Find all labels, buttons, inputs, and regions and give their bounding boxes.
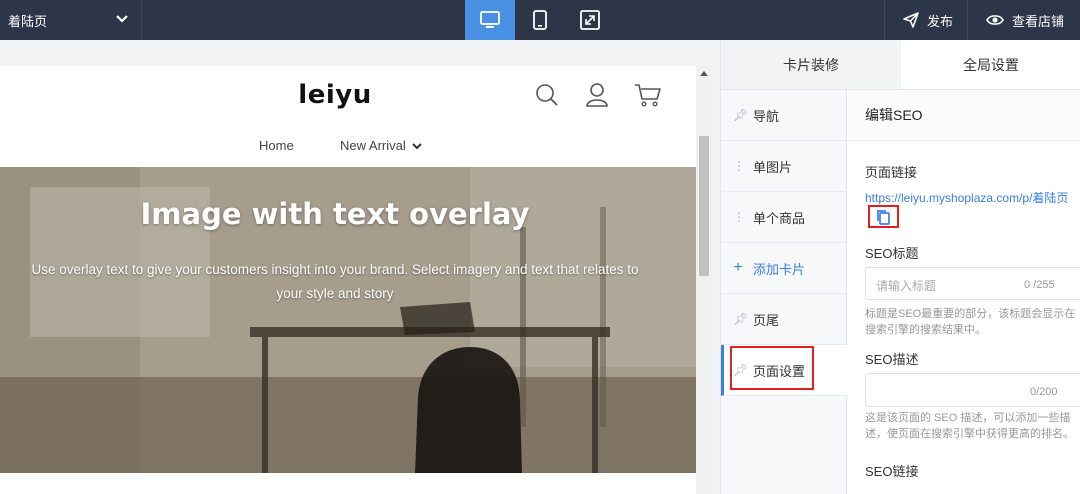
panel-tabs: 卡片装修 全局设置: [721, 40, 1080, 90]
seo-link-label: SEO链接: [865, 464, 919, 479]
hero-description: Use overlay text to give your customers …: [31, 262, 639, 301]
drag-handle-icon[interactable]: ⋮: [733, 159, 745, 173]
highlight-box: [730, 346, 814, 390]
seo-title-counter: 0 /255: [1024, 279, 1055, 291]
scroll-thumb[interactable]: [699, 136, 709, 276]
view-store-button[interactable]: 查看店铺: [966, 0, 1080, 40]
page-select-label: 着陆页: [8, 13, 48, 29]
page-link-url[interactable]: https://leiyu.myshoplaza.com/p/着陆页: [865, 189, 1068, 206]
sidebar-item-label: 单图片: [753, 159, 793, 175]
nav-new-arrival[interactable]: New Arrival: [340, 138, 423, 153]
sidebar-item-label: 添加卡片: [753, 261, 806, 277]
seo-title-label: SEO标题: [865, 246, 919, 261]
pin-icon: 📌︎: [733, 312, 749, 326]
preview-scrollbar[interactable]: [696, 66, 712, 494]
publish-label: 发布: [926, 13, 953, 29]
hero-banner[interactable]: Image with text overlay Use overlay text…: [0, 167, 696, 473]
hero-title: Image with text overlay: [140, 197, 530, 231]
sidebar-item-label: 页尾: [753, 312, 780, 328]
seo-description-counter: 0/200: [1030, 386, 1058, 398]
mobile-icon: [533, 10, 547, 30]
sidebar-item-single-image[interactable]: ⋮ 单图片: [721, 141, 847, 192]
add-card-button[interactable]: + 添加卡片: [721, 243, 847, 294]
sidebar-item-label: 单个商品: [753, 210, 806, 226]
plus-icon: +: [733, 259, 743, 276]
account-icon[interactable]: [585, 82, 609, 108]
tab-card-decoration[interactable]: 卡片装修: [721, 40, 901, 89]
mobile-view-button[interactable]: [515, 0, 565, 40]
chevron-down-icon: [412, 143, 423, 150]
sidebar-item-label: 导航: [753, 108, 780, 124]
sidebar-item-single-product[interactable]: ⋮ 单个商品: [721, 192, 847, 243]
store-logo[interactable]: leiyu: [0, 80, 670, 110]
publish-button[interactable]: 发布: [883, 0, 967, 40]
drag-handle-icon[interactable]: ⋮: [733, 210, 745, 224]
seo-title-placeholder: 请输入标题: [876, 279, 937, 293]
send-icon: [903, 12, 919, 28]
seo-title-help: 标题是SEO最重要的部分，该标题会显示在搜索引擎的搜索结果中。: [865, 308, 1076, 336]
page-link-label: 页面链接: [865, 165, 918, 180]
seo-description-label: SEO描述: [865, 352, 919, 367]
tab-global-settings[interactable]: 全局设置: [901, 40, 1080, 89]
fullscreen-button[interactable]: [565, 0, 615, 40]
highlight-box: [868, 205, 899, 228]
sidebar-item-footer[interactable]: 📌︎ 页尾: [721, 294, 847, 345]
view-store-label: 查看店铺: [1011, 13, 1064, 29]
cart-icon[interactable]: [634, 82, 662, 108]
top-toolbar: 着陆页 发布 查看店铺: [0, 0, 1080, 40]
nav-new-arrival-label: New Arrival: [340, 138, 406, 153]
card-list: 📌︎ 导航 ⋮ 单图片 ⋮ 单个商品 + 添加卡片 📌︎ 页尾 📌︎ 页面设置: [721, 90, 847, 494]
seo-settings: 编辑SEO 页面链接 https://leiyu.myshoplaza.com/…: [848, 90, 1080, 494]
chevron-down-icon: [116, 15, 128, 23]
seo-description-help: 这是该页面的 SEO 描述，可以添加一些描述，使页面在搜索引擎中获得更高的排名。: [865, 412, 1074, 440]
store-preview: leiyu Home New Arrival Image with text o…: [0, 66, 696, 494]
eye-icon: [986, 15, 1004, 25]
sidebar-item-nav[interactable]: 📌︎ 导航: [721, 90, 847, 141]
editor-panel: 卡片装修 全局设置 📌︎ 导航 ⋮ 单图片 ⋮ 单个商品 + 添加卡片 📌︎ 页…: [720, 40, 1080, 494]
desktop-icon: [480, 11, 500, 28]
fullscreen-icon: [580, 10, 600, 30]
search-icon[interactable]: [535, 82, 559, 108]
scroll-up-arrow[interactable]: [700, 71, 708, 76]
nav-home[interactable]: Home: [259, 138, 294, 153]
section-title: 编辑SEO: [848, 90, 1080, 141]
pin-icon: 📌︎: [733, 108, 749, 122]
page-select[interactable]: 着陆页: [0, 0, 142, 40]
desktop-view-button[interactable]: [465, 0, 515, 40]
